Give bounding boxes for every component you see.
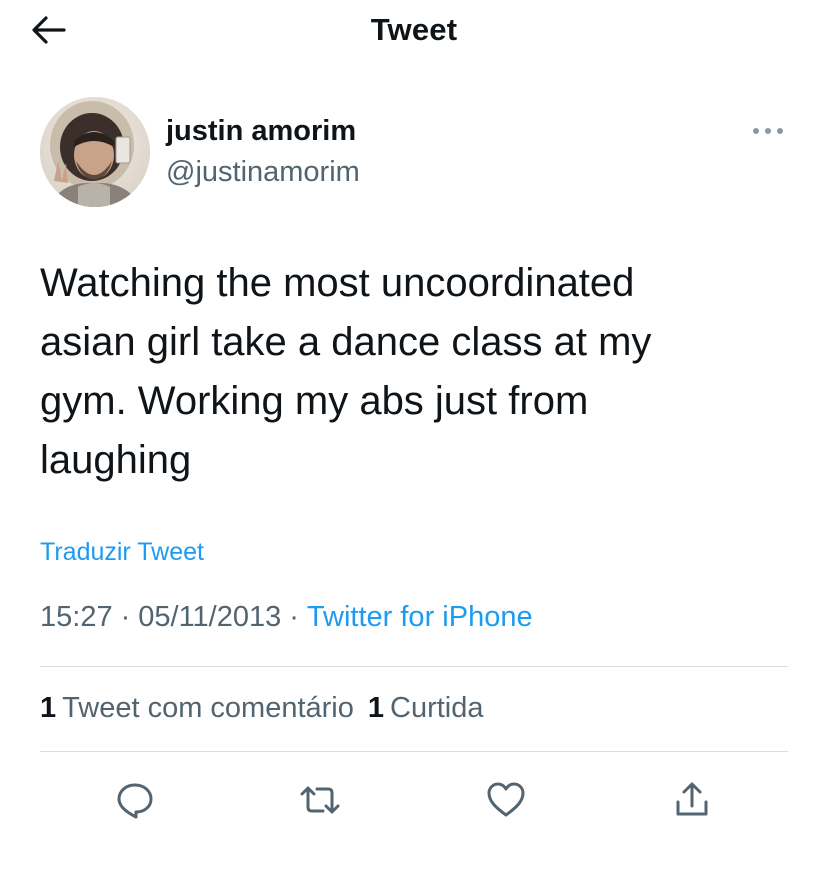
tweet-actions [0,778,828,822]
author-handle[interactable]: @justinamorim [166,156,360,189]
like-count: 1 [367,692,385,724]
meta-separator: · [289,601,299,633]
tweet-date: 05/11/2013 [138,601,282,633]
author-name[interactable]: justin amorim [166,115,356,148]
tweet-detail-page: Tweet justin amorim @justinamorim Watchi… [0,0,828,875]
share-button[interactable] [670,778,714,822]
heart-icon [487,782,525,817]
like-button[interactable] [484,778,528,822]
tweet-time: 15:27 [40,601,113,633]
avatar-photo [40,97,150,207]
reply-button[interactable] [113,778,157,822]
tweet-text: Watching the most uncoordinated asian gi… [40,261,652,482]
more-options-button[interactable] [748,118,788,144]
quote-count: 1 [40,692,57,724]
tweet-source-link[interactable]: Twitter for iPhone [307,601,533,633]
page-title: Tweet [370,12,458,47]
quote-label: Tweet com comentário [62,692,354,724]
reply-icon [117,783,153,819]
retweet-icon [300,786,340,814]
divider [40,666,788,667]
tweet-stats: 1 Tweet com comentário 1 Curtida [40,692,484,725]
meta-separator: · [120,601,131,633]
more-horizontal-icon [753,128,783,134]
translate-tweet-link[interactable]: Traduzir Tweet [40,538,204,567]
likes-stat[interactable]: 1 Curtida [368,692,484,724]
divider [40,751,788,752]
top-bar: Tweet [0,0,828,60]
quote-tweets-stat[interactable]: 1 Tweet com comentário [40,692,354,724]
share-icon [676,782,708,816]
like-label: Curtida [390,692,484,724]
retweet-button[interactable] [298,778,342,822]
tweet-meta: 15:27 · 05/11/2013 · Twitter for iPhone [40,601,533,634]
avatar[interactable] [40,97,150,207]
